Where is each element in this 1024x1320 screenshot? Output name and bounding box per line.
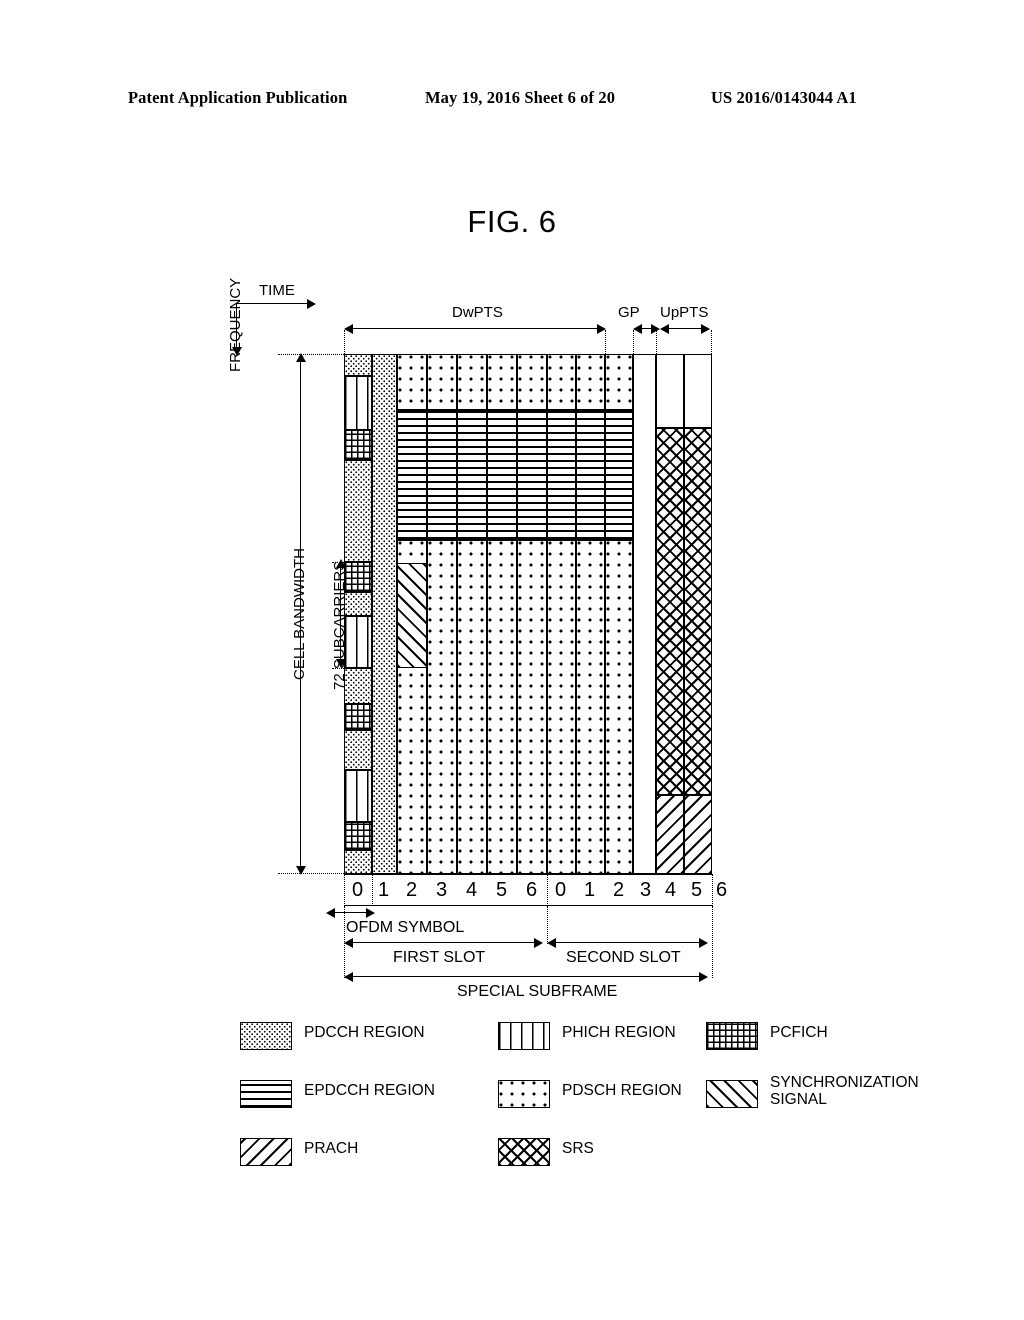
legend-label: SRS bbox=[562, 1140, 594, 1157]
cell-pdcch bbox=[344, 354, 372, 376]
cell-pdsch bbox=[605, 540, 633, 874]
cell-epdcch bbox=[547, 410, 576, 540]
cell-pdcch bbox=[344, 460, 372, 562]
cell-pdsch bbox=[547, 354, 576, 410]
symbol-label: 0 bbox=[352, 879, 364, 901]
page-header: Patent Application Publication May 19, 2… bbox=[0, 88, 1024, 112]
legend-label: PCFICH bbox=[770, 1024, 828, 1041]
cell-pdsch bbox=[517, 354, 547, 410]
legend-label: PDSCH REGION bbox=[562, 1082, 682, 1099]
cell-pdcch bbox=[344, 730, 372, 770]
cell-epdcch bbox=[457, 410, 487, 540]
label-ofdm-symbol: OFDM SYMBOL bbox=[346, 919, 465, 936]
cell-phich bbox=[344, 376, 372, 430]
cell-pdsch bbox=[517, 540, 547, 874]
symbol-label: 4 bbox=[665, 879, 677, 901]
symbol-label: 6 bbox=[716, 879, 728, 901]
cell-epdcch bbox=[576, 410, 605, 540]
cell-srs bbox=[684, 428, 712, 795]
symbol-label: 2 bbox=[613, 879, 625, 901]
symbol-label: 5 bbox=[496, 879, 508, 901]
header-date-sheet: May 19, 2016 Sheet 6 of 20 bbox=[425, 88, 616, 107]
cell-pdcch bbox=[344, 850, 372, 874]
label-cell-bandwidth: CELL BANDWIDTH bbox=[291, 548, 308, 680]
cell-gp bbox=[633, 354, 656, 874]
cell-epdcch bbox=[397, 410, 427, 540]
cell-pdsch bbox=[576, 354, 605, 410]
symbol-label: 6 bbox=[526, 879, 538, 901]
cell-synchronization-signal bbox=[397, 563, 427, 668]
symbol-label: 5 bbox=[691, 879, 703, 901]
cell-epdcch bbox=[427, 410, 457, 540]
cell-pcfich bbox=[344, 562, 372, 592]
cell-pcfich bbox=[344, 430, 372, 460]
cell-uppts-blank bbox=[684, 354, 712, 428]
symbol-label: 0 bbox=[555, 879, 567, 901]
symbol-label: 2 bbox=[406, 879, 418, 901]
legend-swatch-epdcch bbox=[240, 1080, 292, 1108]
cell-uppts-blank bbox=[656, 354, 684, 428]
cell-epdcch bbox=[487, 410, 517, 540]
cell-pdsch bbox=[397, 354, 427, 410]
cell-prach bbox=[656, 795, 684, 874]
cell-epdcch bbox=[605, 410, 633, 540]
cell-pdcch bbox=[344, 592, 372, 616]
legend-swatch-prach bbox=[240, 1138, 292, 1166]
cell-prach bbox=[684, 795, 712, 874]
legend-label: PDCCH REGION bbox=[304, 1024, 425, 1041]
cell-pdcch bbox=[344, 668, 372, 704]
legend-label: EPDCCH REGION bbox=[304, 1082, 435, 1099]
cell-pdsch bbox=[547, 540, 576, 874]
legend-label: PRACH bbox=[304, 1140, 359, 1157]
cell-pdsch bbox=[427, 540, 457, 874]
header-publication: Patent Application Publication bbox=[128, 88, 348, 107]
cell-phich bbox=[344, 770, 372, 822]
symbol-label: 1 bbox=[378, 879, 390, 901]
legend-swatch-pcfich bbox=[706, 1022, 758, 1050]
legend-swatch-pdcch bbox=[240, 1022, 292, 1050]
legend-swatch-srs bbox=[498, 1138, 550, 1166]
cell-pdsch bbox=[457, 354, 487, 410]
cell-pdcch bbox=[372, 354, 397, 874]
symbol-label: 4 bbox=[466, 879, 478, 901]
cell-phich bbox=[344, 616, 372, 668]
cell-pcfich bbox=[344, 704, 372, 730]
header-patent-number: US 2016/0143044 A1 bbox=[711, 88, 857, 107]
label-second-slot: SECOND SLOT bbox=[566, 949, 681, 966]
legend-label: SYNCHRONIZATION SIGNAL bbox=[770, 1074, 919, 1108]
span-label-uppts: UpPTS bbox=[660, 304, 709, 321]
patent-page: Patent Application Publication May 19, 2… bbox=[0, 0, 1024, 1320]
label-special-subframe: SPECIAL SUBFRAME bbox=[457, 983, 618, 1000]
cell-srs bbox=[656, 428, 684, 795]
cell-pdsch bbox=[427, 354, 457, 410]
cell-pdsch bbox=[457, 540, 487, 874]
span-label-dwpts: DwPTS bbox=[452, 304, 503, 321]
time-arrowhead bbox=[307, 298, 316, 309]
cell-epdcch bbox=[517, 410, 547, 540]
label-first-slot: FIRST SLOT bbox=[393, 949, 486, 966]
cell-pdsch bbox=[487, 540, 517, 874]
legend-label: PHICH REGION bbox=[562, 1024, 676, 1041]
legend-swatch-phich bbox=[498, 1022, 550, 1050]
figure-title: FIG. 6 bbox=[467, 204, 557, 239]
cell-pdsch bbox=[605, 354, 633, 410]
cell-pdsch bbox=[576, 540, 605, 874]
symbol-label: 3 bbox=[436, 879, 448, 901]
cell-pdsch bbox=[487, 354, 517, 410]
axis-label-frequency: FREQUENCY bbox=[227, 277, 244, 372]
symbol-label: 1 bbox=[584, 879, 596, 901]
span-label-gp: GP bbox=[618, 304, 640, 321]
legend-swatch-synchronization-signal bbox=[706, 1080, 758, 1108]
cell-pcfich bbox=[344, 822, 372, 850]
symbol-label: 3 bbox=[640, 879, 652, 901]
axis-label-time: TIME bbox=[259, 282, 295, 299]
legend-swatch-pdsch bbox=[498, 1080, 550, 1108]
